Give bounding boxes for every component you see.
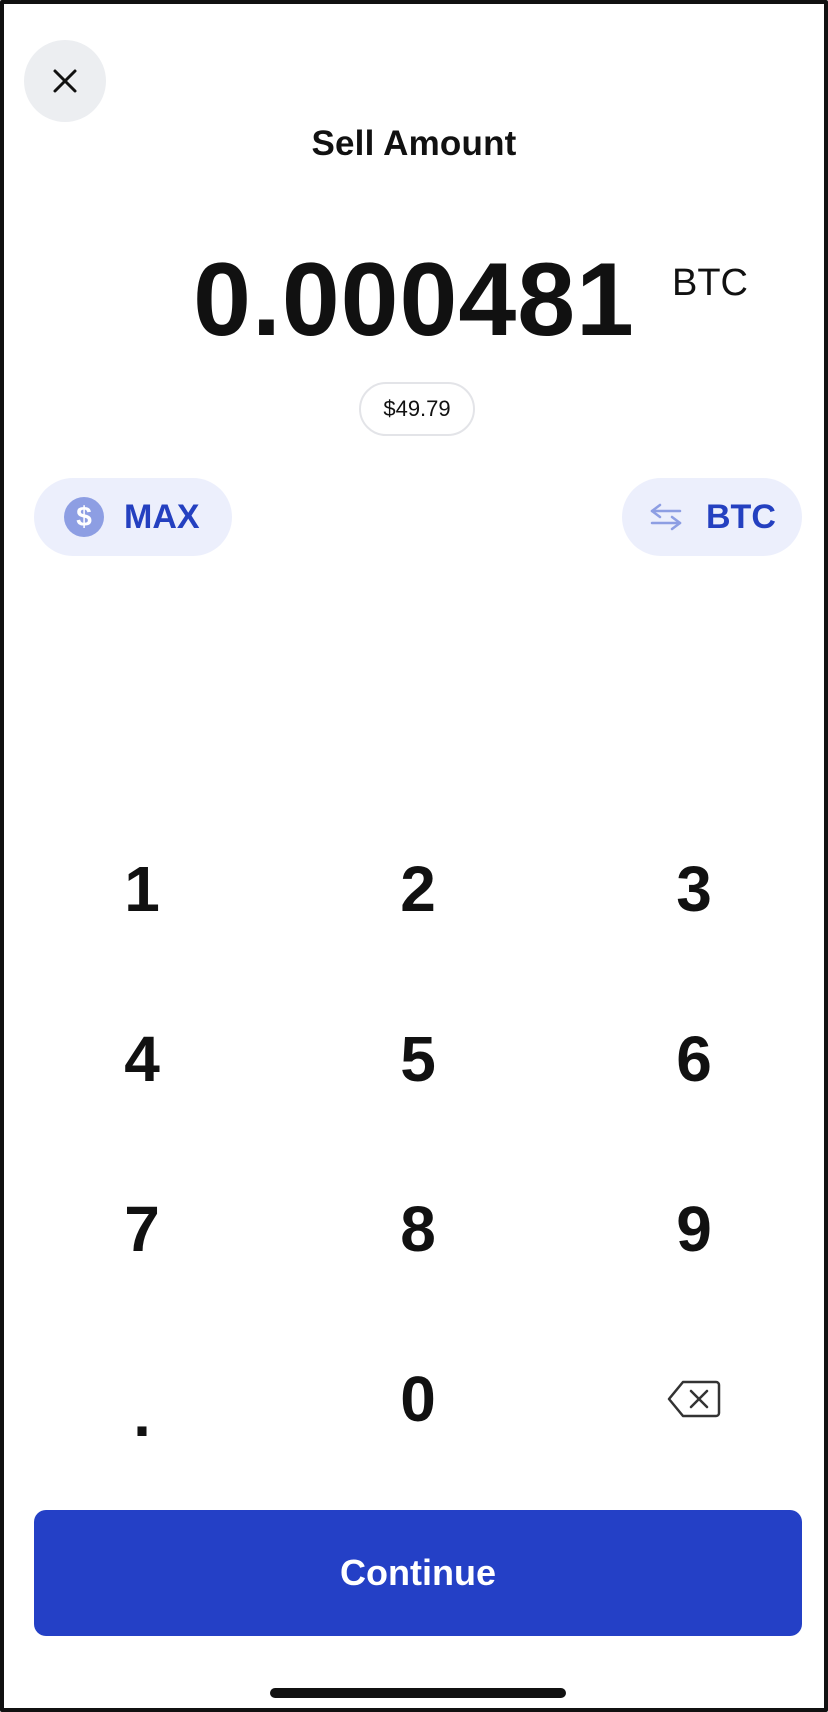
sell-amount-screen: Sell Amount 0.000481 BTC $49.79 $ MAX BT…: [0, 0, 828, 1712]
currency-toggle-button[interactable]: BTC: [622, 478, 802, 556]
continue-button[interactable]: Continue: [34, 1510, 802, 1636]
amount-display: 0.000481 BTC: [4, 240, 824, 360]
key-3[interactable]: 3: [556, 804, 824, 974]
key-7[interactable]: 7: [4, 1144, 280, 1314]
max-button[interactable]: $ MAX: [34, 478, 232, 556]
dollar-icon: $: [64, 497, 104, 537]
key-0[interactable]: 0: [280, 1314, 556, 1484]
key-9[interactable]: 9: [556, 1144, 824, 1314]
backspace-icon: [667, 1379, 721, 1419]
amount-unit: BTC: [672, 262, 748, 304]
key-4[interactable]: 4: [4, 974, 280, 1144]
max-label: MAX: [124, 497, 200, 536]
page-title: Sell Amount: [311, 124, 517, 163]
currency-toggle-label: BTC: [706, 497, 776, 536]
backspace-button[interactable]: [556, 1314, 824, 1484]
key-6[interactable]: 6: [556, 974, 824, 1144]
close-icon: [51, 67, 79, 95]
home-indicator: [270, 1688, 566, 1698]
key-1[interactable]: 1: [4, 804, 280, 974]
key-2[interactable]: 2: [280, 804, 556, 974]
fiat-equivalent-badge: $49.79: [359, 382, 475, 436]
key-decimal[interactable]: .: [4, 1314, 280, 1484]
key-8[interactable]: 8: [280, 1144, 556, 1314]
key-5[interactable]: 5: [280, 974, 556, 1144]
close-button[interactable]: [24, 40, 106, 122]
swap-arrows-icon: [648, 502, 684, 532]
